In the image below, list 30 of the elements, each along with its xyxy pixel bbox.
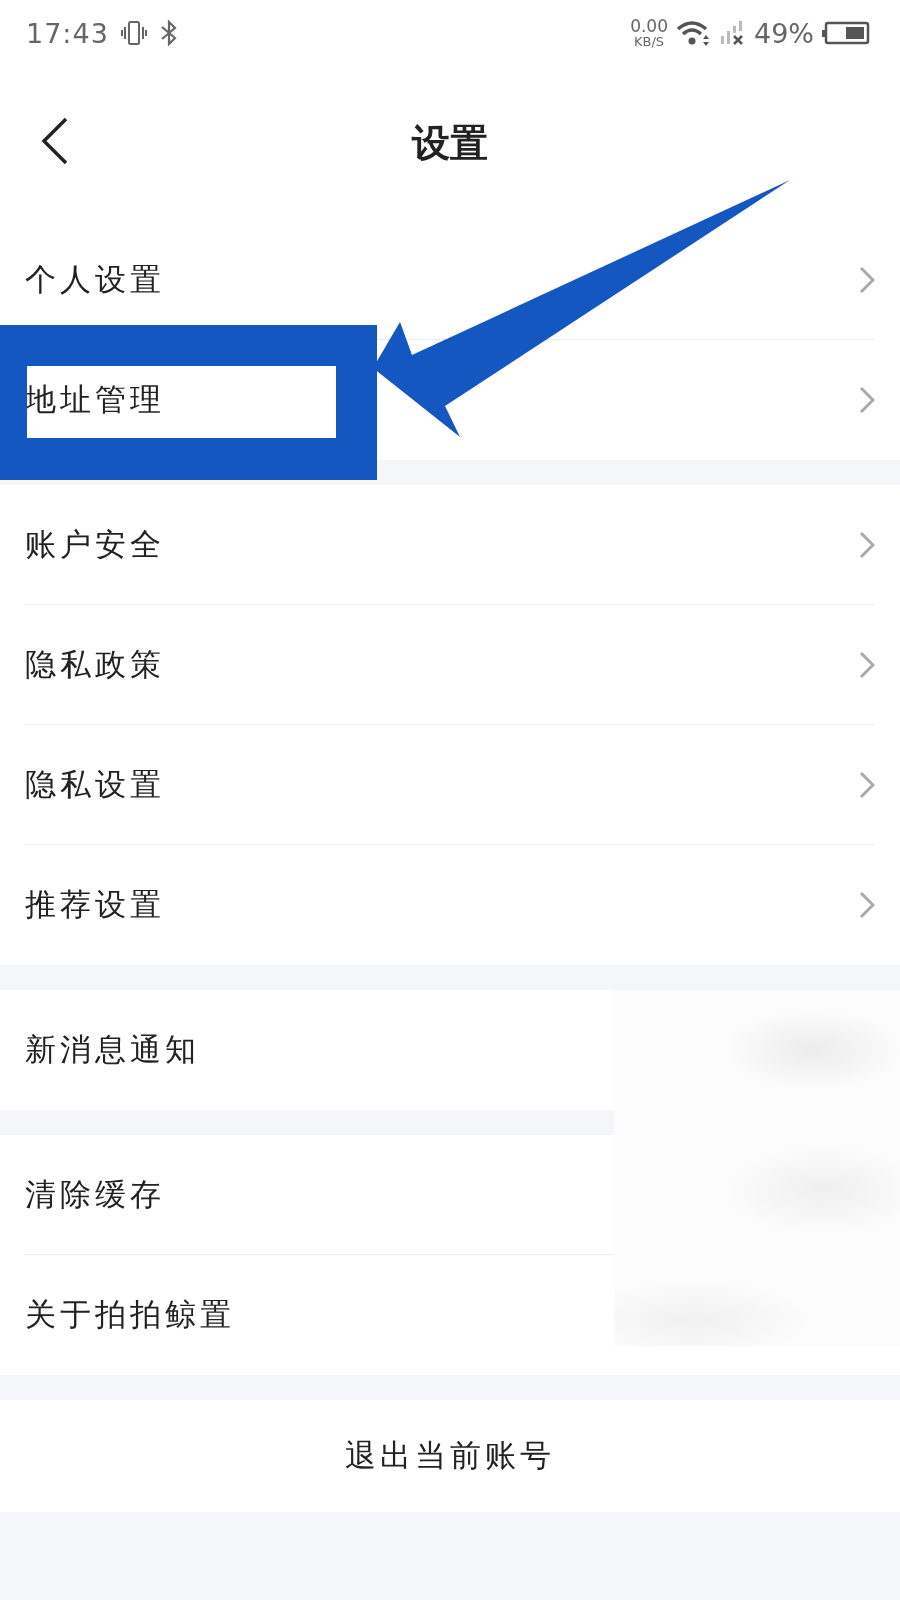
network-speed: 0.00 bbox=[630, 18, 668, 35]
row-label: 账户安全 bbox=[25, 524, 165, 564]
battery-level: 49% bbox=[754, 17, 814, 49]
row-label: 个人设置 bbox=[25, 259, 165, 299]
chevron-icon bbox=[859, 770, 875, 799]
row-label: 关于拍拍鲸置 bbox=[25, 1295, 235, 1334]
row-label: 隐私政策 bbox=[25, 644, 165, 684]
row-label: 新消息通知 bbox=[25, 1030, 200, 1069]
settings-row[interactable]: 隐私设置 bbox=[25, 725, 875, 845]
chevron-icon bbox=[859, 530, 875, 559]
settings-row[interactable]: 账户安全 bbox=[25, 485, 875, 605]
signal-icon bbox=[720, 20, 746, 46]
row-label: 隐私设置 bbox=[25, 764, 165, 804]
back-icon[interactable] bbox=[40, 116, 70, 166]
settings-row[interactable]: 隐私政策 bbox=[25, 605, 875, 725]
chevron-icon bbox=[859, 386, 875, 414]
row-label: 推荐设置 bbox=[25, 885, 165, 924]
row-label: 清除缓存 bbox=[25, 1174, 165, 1214]
wifi-icon bbox=[676, 19, 712, 47]
chevron-icon bbox=[859, 650, 875, 679]
speed-unit: KB/S bbox=[634, 35, 665, 48]
logout-button[interactable]: 退出当前账号 bbox=[0, 1400, 900, 1512]
battery-icon bbox=[822, 21, 870, 45]
chevron-icon bbox=[859, 891, 875, 919]
chevron-icon bbox=[859, 265, 875, 294]
clock: 17:43 bbox=[26, 17, 109, 49]
page-title: 设置 bbox=[412, 119, 488, 167]
vibrate-icon bbox=[120, 20, 147, 46]
settings-row[interactable]: 推荐设置 bbox=[25, 845, 875, 965]
row-label: 地址管理 bbox=[25, 380, 165, 419]
